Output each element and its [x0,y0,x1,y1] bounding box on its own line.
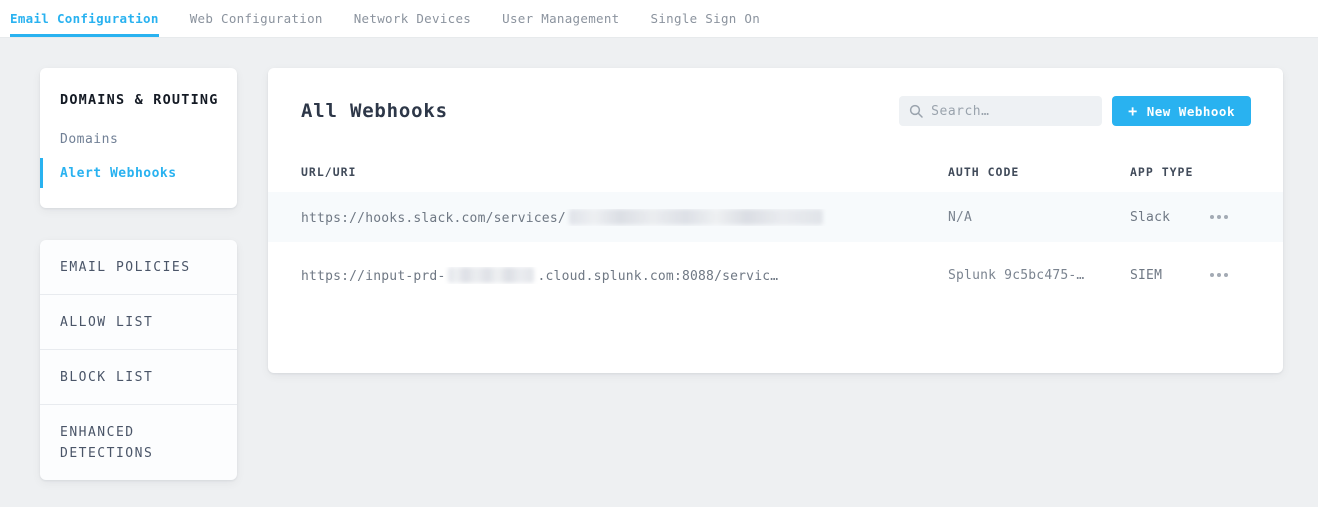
sidebar-item-email-policies[interactable]: EMAIL POLICIES [40,240,237,295]
sidebar-item-label: Domains [60,132,118,147]
column-header-auth-code: AUTH CODE [948,165,1130,179]
sidebar-link-label: ENHANCED DETECTIONS [60,425,153,461]
table-row: https://input-prd- .cloud.splunk.com:8088… [268,250,1283,300]
cell-auth-code: N/A [948,210,1130,225]
table-body: https://hooks.slack.com/services/ N/A Sl… [268,192,1283,300]
sidebar-item-block-list[interactable]: BLOCK LIST [40,350,237,405]
url-text: https://hooks.slack.com/services/ [301,211,566,226]
url-text: https://input-prd- [301,269,445,284]
sidebar-link-label: ALLOW LIST [60,315,153,330]
cell-app-type: Slack [1130,210,1206,225]
webhooks-panel: All Webhooks + New Webhook URL/URI AUTH … [268,68,1283,373]
search-input[interactable] [931,104,1092,119]
ellipsis-icon [1210,215,1228,219]
domains-routing-card: DOMAINS & ROUTING Domains Alert Webhooks [40,68,237,208]
row-menu-button[interactable] [1206,209,1232,225]
row-menu-button[interactable] [1206,267,1232,283]
sidebar-link-label: BLOCK LIST [60,370,153,385]
sidebar-link-label: EMAIL POLICIES [60,260,191,275]
tab-label: Single Sign On [651,11,761,26]
page-title: All Webhooks [301,100,899,122]
redacted-url-segment [448,267,534,283]
cell-actions [1206,209,1283,225]
tab-single-sign-on[interactable]: Single Sign On [651,0,761,37]
sidebar-item-alert-webhooks[interactable]: Alert Webhooks [40,158,237,188]
app-screen: Email Configuration Web Configuration Ne… [0,0,1318,507]
column-header-app-type: APP TYPE [1130,165,1206,179]
url-text-suffix: .cloud.splunk.com:8088/servic… [537,269,778,284]
cell-actions [1206,267,1283,283]
tab-label: Email Configuration [10,11,159,26]
tab-label: Network Devices [354,11,471,26]
new-webhook-button-label: New Webhook [1147,104,1235,119]
sidebar-links-card: EMAIL POLICIES ALLOW LIST BLOCK LIST ENH… [40,240,237,480]
cell-auth-code: Splunk 9c5bc475-… [948,268,1130,283]
tab-label: Web Configuration [190,11,323,26]
table-header-row: URL/URI AUTH CODE APP TYPE [268,162,1283,182]
table-row: https://hooks.slack.com/services/ N/A Sl… [268,192,1283,242]
sidebar-item-label: Alert Webhooks [60,166,177,181]
tab-web-configuration[interactable]: Web Configuration [190,0,323,37]
new-webhook-button[interactable]: + New Webhook [1112,96,1251,126]
content-layout: DOMAINS & ROUTING Domains Alert Webhooks… [0,38,1318,480]
sidebar-item-domains[interactable]: Domains [40,124,237,154]
tab-network-devices[interactable]: Network Devices [354,0,471,37]
tab-label: User Management [502,11,619,26]
column-header-url: URL/URI [301,165,948,179]
sidebar-item-enhanced-detections[interactable]: ENHANCED DETECTIONS [40,405,237,480]
panel-header: All Webhooks + New Webhook [268,68,1283,126]
tab-user-management[interactable]: User Management [502,0,619,37]
plus-icon: + [1128,104,1138,119]
redacted-url-segment [569,209,823,225]
sidebar: DOMAINS & ROUTING Domains Alert Webhooks… [40,68,237,480]
sidebar-section-title: DOMAINS & ROUTING [40,92,237,108]
sidebar-item-allow-list[interactable]: ALLOW LIST [40,295,237,350]
ellipsis-icon [1210,273,1228,277]
cell-url: https://input-prd- .cloud.splunk.com:8088… [301,267,948,284]
sidebar-routing-items: Domains Alert Webhooks [40,124,237,188]
cell-url: https://hooks.slack.com/services/ [301,209,948,226]
search-box [899,96,1102,126]
search-icon [909,104,923,118]
tab-email-configuration[interactable]: Email Configuration [10,0,159,37]
cell-app-type: SIEM [1130,268,1206,283]
top-navigation: Email Configuration Web Configuration Ne… [0,0,1318,38]
